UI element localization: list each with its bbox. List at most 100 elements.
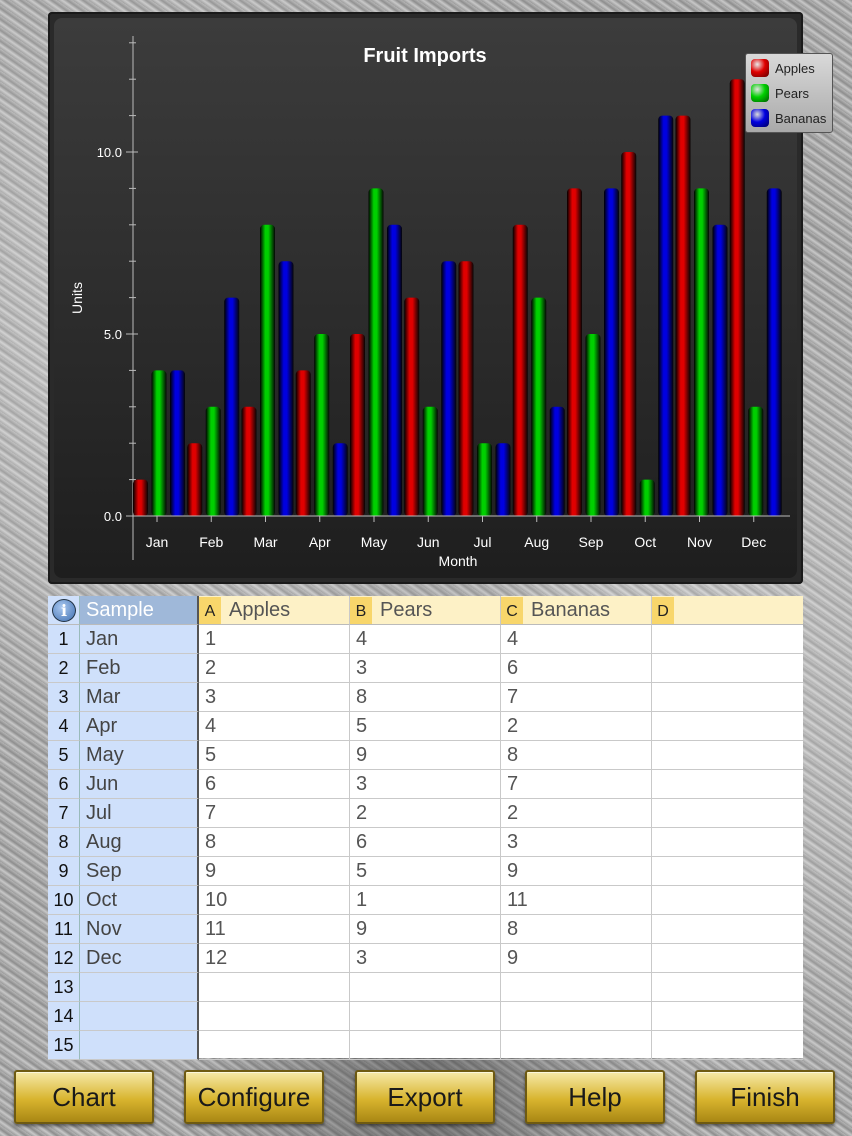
data-cell[interactable]: 2 xyxy=(501,799,652,828)
configure-button[interactable]: Configure xyxy=(184,1070,324,1124)
data-cell[interactable] xyxy=(501,1031,652,1060)
data-cell[interactable] xyxy=(199,973,350,1002)
row-label-cell[interactable]: Aug xyxy=(80,828,199,857)
row-number[interactable]: 15 xyxy=(48,1031,80,1060)
data-cell[interactable]: 4 xyxy=(350,625,501,654)
data-cell[interactable]: 9 xyxy=(199,857,350,886)
row-number[interactable]: 14 xyxy=(48,1002,80,1031)
row-number[interactable]: 3 xyxy=(48,683,80,712)
data-cell[interactable]: 5 xyxy=(350,857,501,886)
data-cell[interactable] xyxy=(652,799,803,828)
data-cell[interactable]: 12 xyxy=(199,944,350,973)
data-cell[interactable]: 9 xyxy=(501,944,652,973)
help-button[interactable]: Help xyxy=(525,1070,665,1124)
row-label-cell[interactable]: Mar xyxy=(80,683,199,712)
data-cell[interactable]: 9 xyxy=(350,915,501,944)
row-label-cell[interactable]: Feb xyxy=(80,654,199,683)
sheet-title-cell[interactable]: Sample xyxy=(80,596,199,625)
row-label-cell[interactable]: Sep xyxy=(80,857,199,886)
data-cell[interactable]: 7 xyxy=(501,770,652,799)
row-label-cell[interactable]: Jan xyxy=(80,625,199,654)
data-cell[interactable]: 6 xyxy=(199,770,350,799)
row-number[interactable]: 9 xyxy=(48,857,80,886)
column-header-b[interactable]: B Pears xyxy=(350,596,501,625)
data-cell[interactable] xyxy=(350,1031,501,1060)
data-cell[interactable]: 7 xyxy=(199,799,350,828)
data-cell[interactable] xyxy=(652,712,803,741)
row-number[interactable]: 6 xyxy=(48,770,80,799)
data-cell[interactable] xyxy=(652,683,803,712)
data-cell[interactable]: 4 xyxy=(501,625,652,654)
data-cell[interactable] xyxy=(652,1002,803,1031)
data-cell[interactable]: 7 xyxy=(501,683,652,712)
row-number[interactable]: 12 xyxy=(48,944,80,973)
column-header-c[interactable]: C Bananas xyxy=(501,596,652,625)
data-cell[interactable]: 8 xyxy=(350,683,501,712)
column-header-a[interactable]: A Apples xyxy=(199,596,350,625)
data-cell[interactable] xyxy=(652,1031,803,1060)
data-cell[interactable]: 1 xyxy=(350,886,501,915)
data-cell[interactable]: 6 xyxy=(350,828,501,857)
data-cell[interactable]: 3 xyxy=(199,683,350,712)
row-label-cell[interactable] xyxy=(80,1002,199,1031)
finish-button[interactable]: Finish xyxy=(695,1070,835,1124)
export-button[interactable]: Export xyxy=(355,1070,495,1124)
row-number[interactable]: 8 xyxy=(48,828,80,857)
data-cell[interactable] xyxy=(652,741,803,770)
data-cell[interactable] xyxy=(652,944,803,973)
row-label-cell[interactable]: May xyxy=(80,741,199,770)
data-cell[interactable] xyxy=(350,973,501,1002)
row-number[interactable]: 11 xyxy=(48,915,80,944)
data-cell[interactable]: 3 xyxy=(350,944,501,973)
data-cell[interactable]: 2 xyxy=(350,799,501,828)
data-cell[interactable]: 3 xyxy=(350,770,501,799)
data-cell[interactable]: 9 xyxy=(501,857,652,886)
column-header-d[interactable]: D xyxy=(652,596,803,625)
data-cell[interactable] xyxy=(652,973,803,1002)
row-label-cell[interactable]: Nov xyxy=(80,915,199,944)
row-label-cell[interactable]: Oct xyxy=(80,886,199,915)
data-cell[interactable] xyxy=(501,1002,652,1031)
row-label-cell[interactable] xyxy=(80,973,199,1002)
row-number[interactable]: 5 xyxy=(48,741,80,770)
row-number[interactable]: 1 xyxy=(48,625,80,654)
info-icon[interactable]: i xyxy=(52,599,76,622)
row-label-cell[interactable]: Jun xyxy=(80,770,199,799)
data-cell[interactable] xyxy=(652,770,803,799)
row-label-cell[interactable]: Dec xyxy=(80,944,199,973)
data-cell[interactable] xyxy=(199,1002,350,1031)
row-label-cell[interactable]: Jul xyxy=(80,799,199,828)
data-cell[interactable]: 10 xyxy=(199,886,350,915)
data-cell[interactable]: 8 xyxy=(501,915,652,944)
corner-cell[interactable]: i xyxy=(48,596,80,625)
data-cell[interactable] xyxy=(652,625,803,654)
data-cell[interactable] xyxy=(652,886,803,915)
row-label-cell[interactable]: Apr xyxy=(80,712,199,741)
row-label-cell[interactable] xyxy=(80,1031,199,1060)
data-cell[interactable] xyxy=(652,915,803,944)
data-cell[interactable] xyxy=(652,857,803,886)
data-cell[interactable]: 4 xyxy=(199,712,350,741)
row-number[interactable]: 2 xyxy=(48,654,80,683)
data-cell[interactable]: 3 xyxy=(501,828,652,857)
data-cell[interactable] xyxy=(652,654,803,683)
data-cell[interactable]: 2 xyxy=(199,654,350,683)
data-cell[interactable] xyxy=(199,1031,350,1060)
data-cell[interactable] xyxy=(652,828,803,857)
data-cell[interactable]: 9 xyxy=(350,741,501,770)
data-cell[interactable]: 8 xyxy=(501,741,652,770)
data-cell[interactable]: 8 xyxy=(199,828,350,857)
row-number[interactable]: 4 xyxy=(48,712,80,741)
row-number[interactable]: 10 xyxy=(48,886,80,915)
row-number[interactable]: 13 xyxy=(48,973,80,1002)
chart-button[interactable]: Chart xyxy=(14,1070,154,1124)
data-cell[interactable]: 2 xyxy=(501,712,652,741)
data-cell[interactable]: 3 xyxy=(350,654,501,683)
data-cell[interactable]: 5 xyxy=(199,741,350,770)
data-cell[interactable]: 11 xyxy=(199,915,350,944)
data-cell[interactable]: 5 xyxy=(350,712,501,741)
data-cell[interactable]: 6 xyxy=(501,654,652,683)
data-cell[interactable] xyxy=(501,973,652,1002)
row-number[interactable]: 7 xyxy=(48,799,80,828)
data-cell[interactable]: 1 xyxy=(199,625,350,654)
